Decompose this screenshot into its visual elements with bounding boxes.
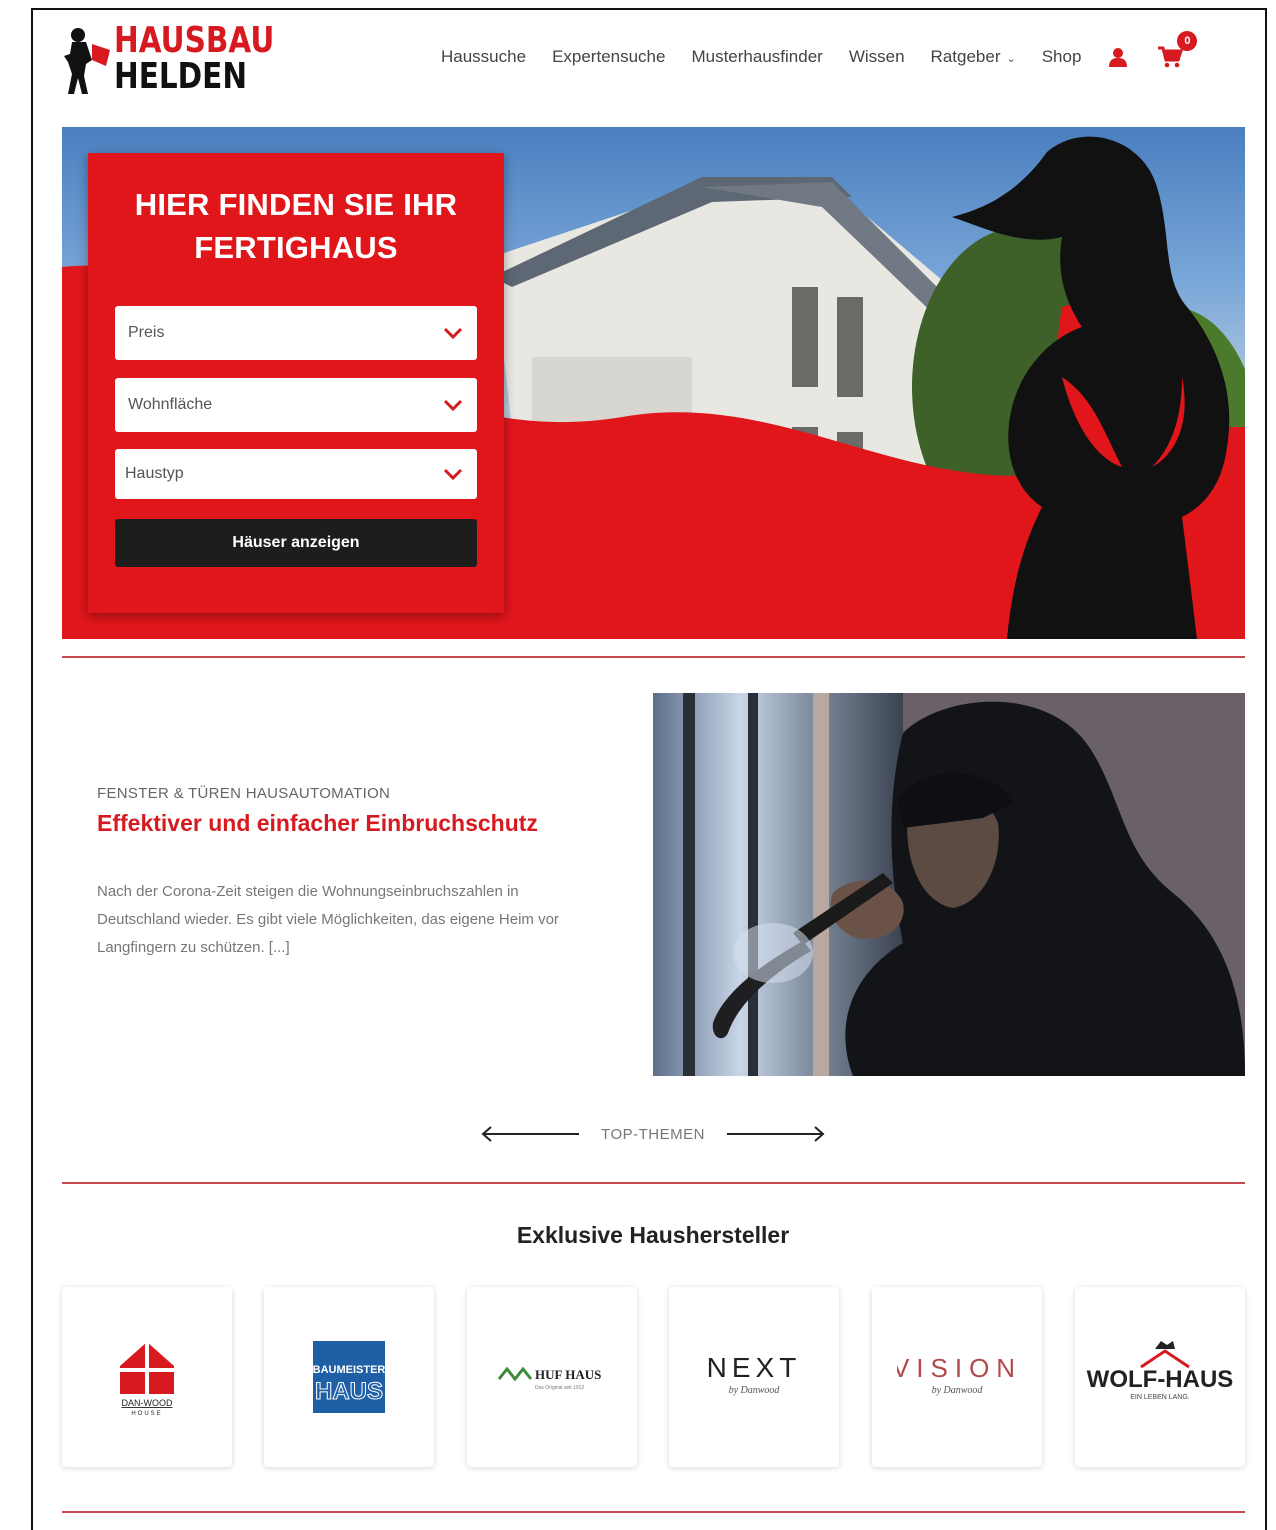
hufhaus-logo-text: HUF HAUS [535,1367,601,1382]
logo-text-helden: HELDEN [114,56,248,97]
price-select-placeholder: Preis [128,324,165,341]
nav-ratgeber[interactable]: Ratgeber ⌄ [931,47,1016,67]
hufhaus-logo: HUF HAUS Das Original seit 1912 [497,1366,601,1391]
search-form-title: HIER FINDEN SIE IHR FERTIGHAUS [88,183,504,269]
manufacturer-card-hufhaus[interactable]: HUF HAUS Das Original seit 1912 [467,1287,637,1467]
section-divider [62,1511,1245,1513]
price-select[interactable]: Preis [115,306,477,360]
manufacturer-card-danwood[interactable]: DAN-WOOD HOUSE [62,1287,232,1467]
baumeister-logo-text: BAUMEISTER [313,1364,386,1376]
manufacturer-card-next[interactable]: NEXT by Danwood [669,1287,839,1467]
house-type-select[interactable]: Haustyp [115,449,477,499]
living-area-select-placeholder: Wohnfläche [128,396,213,413]
cart-button[interactable]: 0 [1157,31,1198,69]
danwood-logo-subtext: HOUSE [131,1411,162,1417]
arrow-left-icon[interactable] [479,1125,580,1143]
top-themes-label: TOP-THEMEN [601,1125,705,1143]
manufacturers-title: Exklusive Haushersteller [516,1222,790,1248]
site-logo[interactable]: HAUSBAU HELDEN [62,20,275,98]
vision-logo: VISION by Danwood [897,1353,1017,1396]
manufacturers-grid: DAN-WOOD HOUSE BAUMEISTER HAUS HUF HAUS … [62,1287,1245,1467]
main-nav: Haussuche Expertensuche Musterhausfinder… [441,31,1198,70]
arrow-right-icon[interactable] [726,1125,827,1143]
nav-wissen[interactable]: Wissen [849,47,905,67]
wolfhaus-logo-subtext: EIN LEBEN LANG. [1130,1394,1190,1401]
show-houses-button[interactable]: Häuser anzeigen [115,519,477,567]
wolfhaus-logo-text: WOLF-HAUS [1087,1366,1234,1393]
manufacturer-card-wolfhaus[interactable]: WOLF-HAUS EIN LEBEN LANG. [1075,1287,1245,1467]
article-excerpt-line: Langfingern zu schützen. [...] [97,939,290,956]
article-image[interactable] [653,693,1245,1076]
manufacturer-card-vision[interactable]: VISION by Danwood [872,1287,1042,1467]
nav-haussuche[interactable]: Haussuche [441,47,526,67]
baumeister-haus-logo: BAUMEISTER HAUS [313,1341,386,1413]
living-area-select[interactable]: Wohnfläche [115,378,477,432]
next-logo-subtext: by Danwood [729,1385,781,1396]
top-themes-slider-nav: TOP-THEMEN [478,1120,828,1148]
wolfhaus-logo: WOLF-HAUS EIN LEBEN LANG. [1087,1341,1234,1401]
next-logo-text: NEXT [707,1352,802,1383]
article-excerpt-line: Deutschland wieder. Es gibt viele Möglic… [97,911,559,928]
hufhaus-logo-subtext: Das Original seit 1912 [535,1385,584,1391]
vision-logo-text: VISION [897,1353,1017,1383]
danwood-logo-text: DAN-WOOD [122,1398,173,1408]
article-title[interactable]: Effektiver und einfacher Einbruchschutz [97,810,538,837]
nav-shop[interactable]: Shop [1042,47,1082,67]
nav-ratgeber-label: Ratgeber [930,47,1001,66]
article-excerpt: Nach der Corona-Zeit steigen die Wohnung… [97,878,627,962]
vision-logo-subtext: by Danwood [932,1385,984,1396]
danwood-logo: DAN-WOOD HOUSE [120,1342,174,1417]
section-divider [62,656,1245,658]
chevron-down-icon [443,327,463,340]
logo-text-hausbau: HAUSBAU [114,20,275,61]
chevron-down-icon [443,399,463,412]
house-search-form: HIER FINDEN SIE IHR FERTIGHAUS Preis Woh… [88,153,504,613]
search-title-line1: HIER FINDEN SIE IHR [134,187,458,222]
user-account-icon[interactable] [1107,46,1129,68]
article-excerpt-line: Nach der Corona-Zeit steigen die Wohnung… [97,883,519,900]
house-type-select-placeholder: Haustyp [125,465,184,482]
next-logo: NEXT by Danwood [707,1352,802,1396]
article-category[interactable]: FENSTER & TÜREN HAUSAUTOMATION [97,785,390,802]
section-divider [62,1182,1245,1184]
chevron-down-icon: ⌄ [1006,53,1016,65]
burglar-photo [653,693,1245,1076]
nav-musterhausfinder[interactable]: Musterhausfinder [691,47,822,67]
superhero-logo-icon [64,28,110,94]
nav-expertensuche[interactable]: Expertensuche [552,47,665,67]
baumeister-logo-subtext: HAUS [315,1378,383,1405]
search-title-line2: FERTIGHAUS [194,230,398,265]
chevron-down-icon [443,468,463,481]
manufacturer-card-baumeister[interactable]: BAUMEISTER HAUS [264,1287,434,1467]
